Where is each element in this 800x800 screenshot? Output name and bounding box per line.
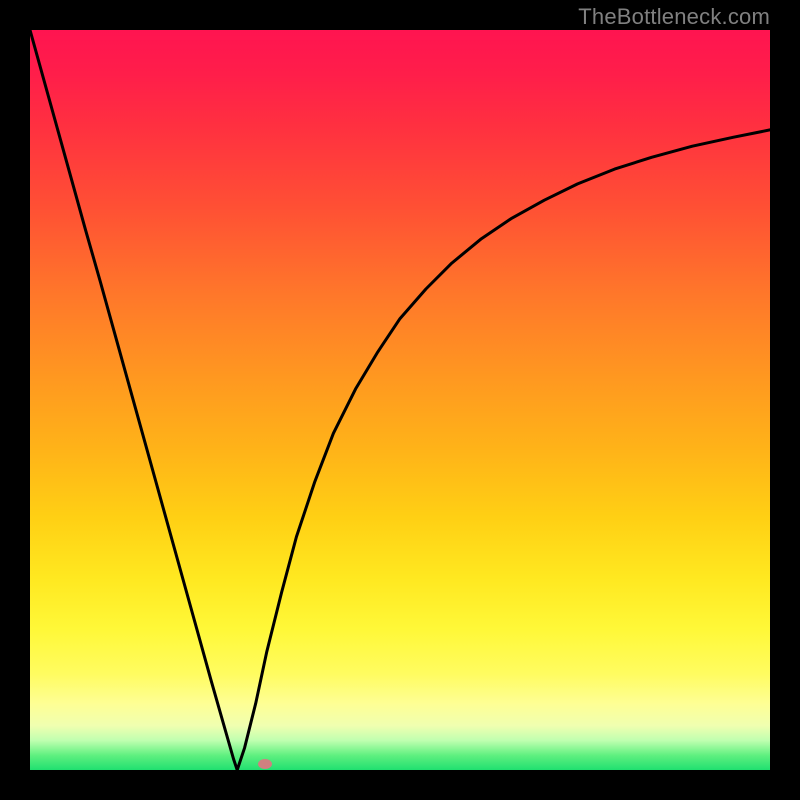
- plot-area: [30, 30, 770, 770]
- bottleneck-curve: [30, 30, 770, 770]
- curve-svg: [30, 30, 770, 770]
- optimum-marker: [258, 759, 272, 769]
- attribution-text: TheBottleneck.com: [578, 4, 770, 30]
- chart-frame: TheBottleneck.com: [0, 0, 800, 800]
